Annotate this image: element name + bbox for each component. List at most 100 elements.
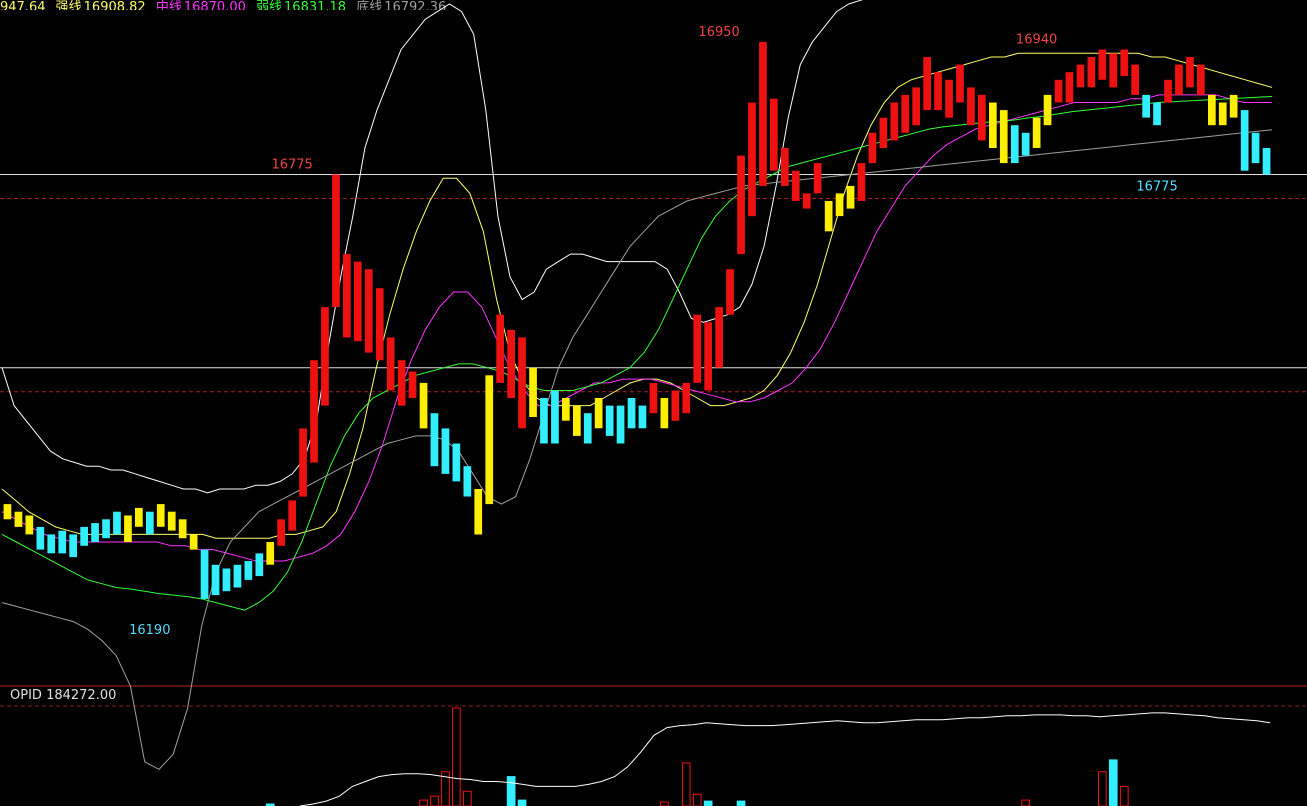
price-bar: [146, 511, 154, 535]
indicator-bar: [681, 762, 691, 806]
price-bar: [999, 110, 1008, 164]
price-bar: [529, 367, 537, 417]
price-bar: [69, 534, 77, 558]
price-bar: [1142, 94, 1150, 118]
price-bar: [1229, 94, 1238, 118]
price-bar: [167, 511, 176, 531]
price-bar: [671, 390, 680, 421]
price-bar: [1175, 64, 1183, 95]
indicator-bar: [506, 776, 516, 806]
band-lines: [1, 0, 1273, 771]
price-bar: [649, 382, 658, 414]
price-label: 16940: [1016, 32, 1057, 47]
price-bar: [419, 382, 428, 429]
price-label: 16775: [1136, 180, 1177, 195]
price-bar: [189, 534, 198, 550]
price-bar: [255, 553, 264, 577]
price-bar: [879, 117, 888, 148]
price-bar: [627, 398, 636, 429]
price-bar: [791, 170, 800, 201]
price-bar: [573, 405, 581, 436]
price-bar: [912, 87, 920, 126]
price-bar: [781, 148, 789, 186]
price-bar: [978, 94, 986, 141]
price-bar: [1120, 49, 1129, 76]
price-bar: [244, 561, 253, 580]
price-bar: [551, 390, 559, 444]
price-bar: [364, 269, 373, 353]
price-bar: [956, 64, 964, 103]
price-bar: [748, 102, 756, 217]
price-bar: [1010, 125, 1019, 164]
price-bar: [967, 87, 975, 126]
indicator-bar: [1108, 759, 1118, 806]
price-bar: [1131, 64, 1139, 95]
price-bar: [693, 314, 702, 383]
indicator-bar: [1098, 771, 1107, 806]
indicator-title: OPID 184272.00: [10, 688, 116, 703]
price-bar: [846, 185, 855, 209]
price-bar: [1186, 57, 1194, 88]
indicator-bar: [703, 800, 713, 806]
indicator-line: [299, 712, 1271, 806]
price-bar: [25, 515, 34, 535]
price-bar: [835, 193, 844, 217]
price-bar: [1240, 110, 1249, 171]
indicator-panel: [265, 707, 1271, 806]
price-bar: [58, 530, 67, 554]
price-bar: [321, 307, 329, 406]
price-bar: [1098, 49, 1107, 80]
price-bar: [299, 428, 307, 497]
indicator-bar: [1119, 785, 1129, 806]
price-chart[interactable]: 16775 16190 16950 16940 16775: [0, 0, 1307, 806]
price-bar: [408, 371, 417, 398]
price-bar: [441, 428, 450, 474]
price-bar: [1109, 53, 1118, 88]
price-bar: [901, 94, 910, 133]
price-bar: [638, 405, 647, 429]
price-bar: [156, 504, 165, 527]
price-bar: [1043, 94, 1052, 126]
price-bar: [704, 322, 712, 391]
chart-grid: [0, 174, 1307, 707]
price-bar: [737, 155, 745, 255]
price-bar: [375, 288, 384, 361]
price-bar: [759, 41, 767, 186]
price-bar: [1164, 79, 1172, 103]
price-bar: [1032, 117, 1041, 148]
price-bar: [715, 307, 723, 368]
price-bar: [726, 269, 734, 315]
price-bar: [397, 360, 406, 406]
price-bar: [945, 79, 953, 118]
price-bar: [113, 511, 121, 535]
price-bar: [36, 526, 45, 550]
indicator-bar: [452, 707, 461, 806]
price-bar: [332, 174, 340, 308]
price-bar: [616, 405, 625, 444]
price-bar: [1197, 64, 1205, 95]
strong-line: [1, 52, 1273, 539]
price-bar: [102, 519, 110, 539]
price-bar: [266, 542, 275, 565]
mid-line: [1, 94, 1272, 562]
price-bar: [354, 261, 362, 342]
weak-line: [1, 95, 1273, 611]
price-bar: [3, 504, 12, 520]
indicator-bar: [736, 800, 746, 806]
price-bar: [91, 523, 99, 542]
price-bar: [463, 466, 472, 497]
price-bar: [485, 375, 494, 505]
price-bar: [1208, 94, 1216, 126]
price-bar: [868, 132, 877, 164]
price-bar: [211, 564, 220, 596]
indicator-bar: [660, 801, 669, 806]
price-label: 16775: [271, 158, 312, 173]
price-bar: [200, 549, 209, 599]
price-bar: [430, 413, 439, 467]
indicator-bar: [517, 799, 527, 806]
price-bar: [288, 500, 296, 531]
price-bar: [386, 337, 395, 391]
price-bar: [124, 515, 132, 542]
indicator-value: 184272.00: [46, 688, 117, 703]
price-bar: [135, 507, 143, 527]
